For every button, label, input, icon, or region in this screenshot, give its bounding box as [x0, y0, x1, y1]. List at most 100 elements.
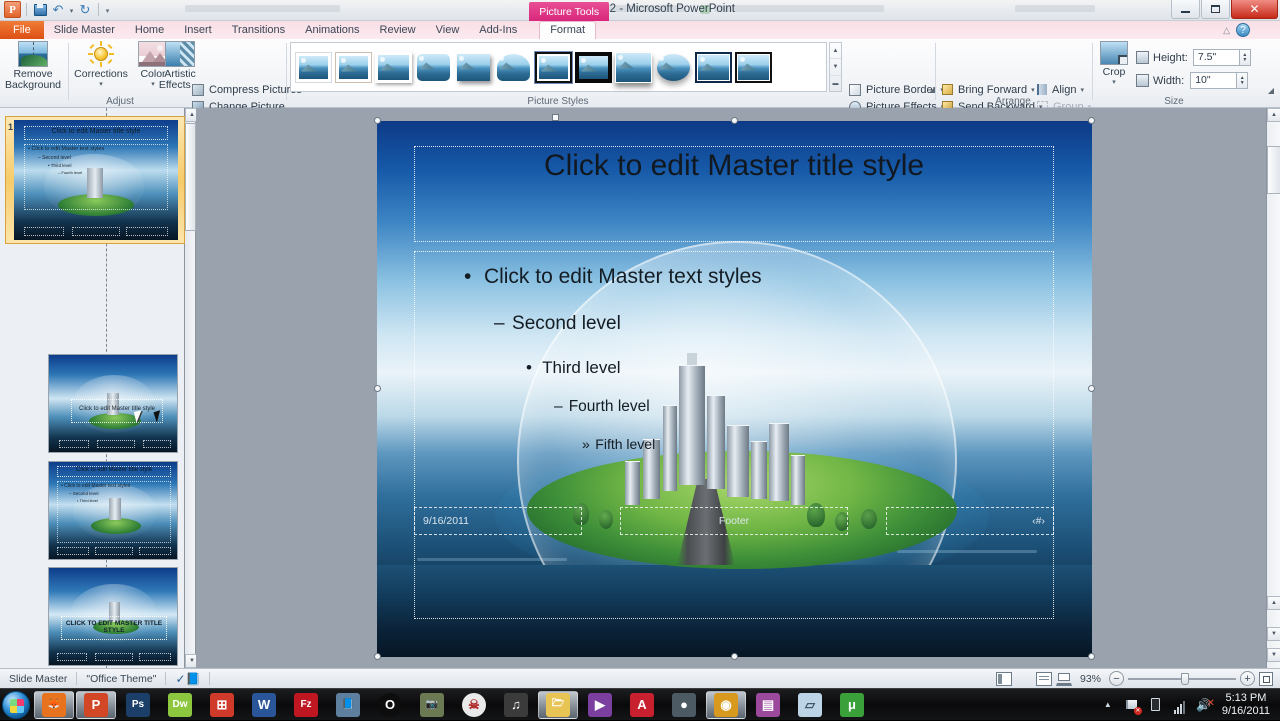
reading-view-icon[interactable] — [1035, 671, 1052, 686]
tab-home[interactable]: Home — [125, 21, 174, 39]
list-item[interactable]: Click to edit Master title style — [48, 354, 178, 453]
rotation-handle[interactable] — [552, 114, 559, 121]
scrollbar-thumb[interactable] — [185, 123, 196, 231]
chevron-down-icon[interactable]: ▾ — [1112, 78, 1116, 86]
tab-insert[interactable]: Insert — [174, 21, 222, 39]
slide-thumbnail-pane[interactable]: 1 Click to edit Master title style • Cli… — [0, 108, 185, 688]
resize-handle-e[interactable] — [1088, 385, 1095, 392]
tab-format[interactable]: Format — [539, 21, 597, 39]
collapse-ribbon-icon[interactable]: △ — [1223, 25, 1230, 36]
tab-file[interactable]: File — [0, 21, 44, 39]
list-item[interactable]: Click to edit Master title style • Click… — [48, 461, 178, 560]
taskbar-item-opera[interactable]: O — [370, 691, 410, 719]
taskbar-item-filezilla[interactable]: Fz — [286, 691, 326, 719]
width-spinner[interactable]: ▲ ▼ — [1237, 72, 1249, 89]
thumbnail-pane-scrollbar[interactable]: ▲ ▼ — [185, 108, 199, 668]
size-dialog-launcher[interactable]: ◢ — [1268, 86, 1274, 95]
chevron-down-icon[interactable]: ▾ — [99, 80, 103, 88]
taskbar-item-skull-app[interactable]: ☠ — [454, 691, 494, 719]
zoom-slider[interactable] — [1128, 672, 1236, 686]
resize-handle-nw[interactable] — [374, 117, 381, 124]
taskbar-item-winrar[interactable]: ▤ — [748, 691, 788, 719]
picture-style-thumb-6[interactable] — [495, 52, 532, 83]
taskbar-item-utorrent[interactable]: μ — [832, 691, 872, 719]
picture-style-thumb-7[interactable] — [534, 50, 573, 84]
gallery-scroll-down-icon[interactable]: ▼ — [830, 59, 841, 76]
picture-style-thumb-11[interactable] — [693, 49, 734, 85]
previous-slide-icon[interactable]: ▲ — [1267, 596, 1280, 610]
height-spinner[interactable]: ▲ ▼ — [1239, 49, 1251, 66]
volume-muted-icon[interactable]: 🔊 ✕ — [1195, 696, 1214, 714]
date-placeholder[interactable]: 9/16/2011 — [414, 507, 582, 535]
restore-button[interactable] — [1201, 0, 1230, 19]
bullet-level-2[interactable]: – Second level — [494, 313, 621, 335]
corrections-button[interactable]: Corrections ▾ — [70, 41, 132, 88]
picture-style-thumb-8[interactable] — [575, 51, 612, 83]
battery-icon[interactable] — [1147, 696, 1165, 714]
taskbar-item-word[interactable]: W — [244, 691, 284, 719]
close-button[interactable]: ✕ — [1231, 0, 1278, 19]
taskbar-item-photoshop[interactable]: Ps — [118, 691, 158, 719]
help-icon[interactable]: ? — [1236, 23, 1250, 37]
list-item[interactable]: Click to edit Master title style • Click… — [14, 120, 178, 240]
taskbar-item-windows-tiles[interactable]: ⊞ — [202, 691, 242, 719]
zoom-level[interactable]: 93% — [1076, 673, 1105, 685]
picture-style-thumb-12[interactable] — [735, 51, 772, 83]
taskbar-item-camera[interactable]: 📷 — [412, 691, 452, 719]
resize-handle-s[interactable] — [731, 653, 738, 660]
list-item[interactable]: CLICK TO EDIT MASTER TITLE STYLE — [48, 567, 178, 666]
gallery-scroll-buttons[interactable]: ▲ ▼ ▬ — [829, 42, 842, 92]
taskbar-item-game-orb[interactable]: ◉ — [706, 690, 746, 719]
tab-view[interactable]: View — [426, 21, 470, 39]
gallery-more-icon[interactable]: ▬ — [830, 76, 841, 92]
picture-style-thumb-10[interactable] — [655, 52, 692, 83]
zoom-in-button[interactable]: + — [1240, 671, 1255, 686]
next-slide-icon[interactable]: ▼ — [1267, 627, 1280, 641]
resize-handle-ne[interactable] — [1088, 117, 1095, 124]
tab-slide-master[interactable]: Slide Master — [44, 21, 125, 39]
taskbar-item-steam[interactable]: ● — [664, 691, 704, 719]
flag-alert-icon[interactable]: ✕ — [1123, 696, 1142, 715]
resize-handle-n[interactable] — [731, 117, 738, 124]
resize-handle-w[interactable] — [374, 385, 381, 392]
gallery-scroll-up-icon[interactable]: ▲ — [830, 43, 841, 60]
taskbar-item-dreamweaver[interactable]: Dw — [160, 691, 200, 719]
tab-animations[interactable]: Animations — [295, 21, 369, 39]
picture-style-thumb-9[interactable] — [615, 52, 652, 83]
picture-style-thumb-4[interactable] — [415, 52, 452, 83]
theme-name[interactable]: "Office Theme" — [77, 673, 165, 685]
taskbar-item-explorer[interactable]: 🗁 — [538, 690, 578, 719]
resize-handle-sw[interactable] — [374, 653, 381, 660]
picture-style-thumb-2[interactable] — [335, 51, 372, 83]
tab-review[interactable]: Review — [370, 21, 426, 39]
footer-placeholder[interactable]: Footer — [620, 507, 848, 535]
chevron-down-icon[interactable]: ▾ — [1080, 86, 1084, 94]
network-icon[interactable] — [1171, 696, 1189, 714]
slide-sorter-icon[interactable] — [1016, 672, 1032, 686]
picture-style-thumb-1[interactable] — [295, 51, 332, 83]
resize-handle-se[interactable] — [1088, 653, 1095, 660]
scroll-up-icon[interactable]: ▲ — [1267, 108, 1280, 122]
taskbar-item-notes-app[interactable]: ▱ — [790, 691, 830, 719]
tab-transitions[interactable]: Transitions — [222, 21, 295, 39]
slide-editing-surface[interactable]: Click to edit Master title style • Click … — [377, 121, 1092, 657]
taskbar-item-firefox[interactable]: 🦊 — [34, 690, 74, 719]
bullet-level-5[interactable]: » Fifth level — [582, 436, 655, 452]
height-input[interactable]: 7.5" — [1192, 49, 1240, 66]
taskbar-item-drum-app[interactable]: ♫ — [496, 691, 536, 719]
remove-background-button[interactable]: Remove Background — [2, 41, 64, 91]
taskbar-item-adobe-reader[interactable]: A — [622, 691, 662, 719]
zoom-out-button[interactable]: − — [1109, 671, 1124, 686]
taskbar-item-powerpoint[interactable]: P — [76, 690, 116, 719]
bullet-level-1[interactable]: • Click to edit Master text styles — [464, 265, 762, 289]
tab-add-ins[interactable]: Add-Ins — [469, 21, 527, 39]
picture-style-thumb-5[interactable] — [455, 52, 492, 83]
width-input[interactable]: 10" — [1190, 72, 1238, 89]
clock[interactable]: 5:13 PM 9/16/2011 — [1216, 692, 1280, 718]
slide-number-placeholder[interactable]: ‹#› — [886, 507, 1054, 535]
scroll-down-icon[interactable]: ▼ — [1267, 648, 1280, 662]
normal-view-icon[interactable] — [995, 671, 1012, 686]
show-hidden-icons-arrow[interactable]: ▲ — [1099, 696, 1117, 714]
spellcheck-icon[interactable]: ✓📘 — [166, 672, 209, 686]
picture-styles-gallery[interactable] — [290, 42, 827, 92]
